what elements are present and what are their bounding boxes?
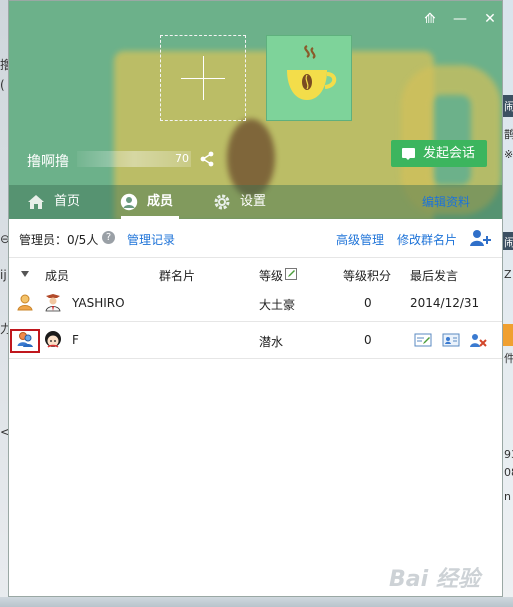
member-points: 0: [364, 333, 372, 347]
bg-text: 闹: [504, 236, 513, 249]
admin-count: 管理员：0/5人: [19, 233, 99, 247]
col-level-points[interactable]: 等级积分: [343, 267, 391, 284]
bg-text: 93: [504, 448, 513, 461]
col-last-speak[interactable]: 最后发言: [410, 267, 458, 284]
admin-log-link[interactable]: 管理记录: [127, 231, 175, 248]
avatar: [45, 294, 61, 312]
gear-icon: [214, 194, 230, 210]
close-button[interactable]: ✕: [482, 11, 498, 27]
upload-cover-button[interactable]: [160, 35, 246, 121]
watermark: Bai 经验: [389, 567, 480, 592]
admin-bar: 管理员：0/5人 ? 管理记录 高级管理 修改群名片: [9, 219, 502, 258]
start-chat-label: 发起会话: [423, 146, 476, 161]
group-name: 撸啊撸: [27, 154, 69, 170]
table-row[interactable]: F 潜水 0: [9, 322, 502, 359]
bg-text: 件: [504, 352, 513, 365]
group-info-window: ⟰ — ✕ 撸啊撸 70 发起会话 首页 成员 设置 编辑资料 管理员：0/5人…: [8, 0, 503, 597]
edit-card-icon[interactable]: [414, 332, 432, 348]
background-left-edge: 撸 ( ⊖ ij 力 <: [0, 0, 12, 607]
start-chat-button[interactable]: 发起会话: [391, 140, 487, 167]
bg-text: ※: [504, 148, 513, 161]
owner-icon: [17, 294, 33, 311]
set-admin-icon[interactable]: [17, 330, 33, 348]
member-name: YASHIRO: [72, 296, 125, 310]
plus-icon-vertical: [203, 56, 204, 100]
pencil-icon[interactable]: [285, 268, 297, 280]
bg-text: 鹊: [504, 128, 513, 141]
member-level: 潜水: [259, 335, 284, 349]
bg-text: 闹: [504, 100, 513, 113]
col-level[interactable]: 等级: [259, 267, 283, 284]
tab-settings-label: 设置: [240, 194, 267, 209]
chat-bubble-icon: [402, 148, 415, 160]
member-points: 0: [364, 296, 372, 310]
add-member-icon[interactable]: [469, 229, 491, 247]
avatar: [45, 331, 61, 348]
col-member[interactable]: 成员: [45, 267, 69, 284]
share-icon[interactable]: [200, 151, 214, 167]
member-last-speak: 2014/12/31: [410, 296, 480, 310]
member-name: F: [72, 333, 79, 347]
member-level: 大土豪: [259, 298, 296, 312]
col-group-card[interactable]: 群名片: [159, 267, 195, 284]
minimize-button[interactable]: —: [452, 11, 468, 27]
bg-text: (: [0, 78, 5, 92]
bg-block: [503, 324, 513, 346]
group-id-blurred: 70: [77, 151, 191, 167]
member-icon: [120, 193, 138, 211]
edit-profile-link[interactable]: 编辑资料: [422, 185, 470, 219]
advanced-manage-link[interactable]: 高级管理: [336, 231, 384, 248]
edit-group-card-link[interactable]: 修改群名片: [397, 231, 457, 248]
tab-home-label: 首页: [54, 194, 81, 209]
background-right-edge: 闹 鹊 ※ 闹 Z 件 93 08 n: [503, 0, 513, 607]
tab-members-label: 成员: [147, 194, 174, 209]
taskbar-strip: [0, 597, 513, 607]
bg-text: Z: [504, 268, 512, 281]
bg-text: n: [504, 490, 511, 503]
tab-bar: 首页 成员 设置 编辑资料: [9, 185, 502, 219]
help-icon[interactable]: ?: [102, 231, 115, 244]
profile-card-icon[interactable]: [442, 332, 460, 348]
table-row[interactable]: YASHIRO 大土豪 0 2014/12/31: [9, 285, 502, 322]
group-avatar[interactable]: [266, 35, 352, 121]
member-table-header: 成员 群名片 等级 等级积分 最后发言: [9, 259, 502, 287]
home-icon: [28, 195, 44, 209]
remove-member-icon[interactable]: [469, 332, 487, 348]
bg-text: 08: [504, 466, 513, 479]
sort-dropdown-icon[interactable]: [21, 271, 29, 277]
bg-text: ij: [0, 268, 7, 282]
coffee-cup-icon: [287, 45, 337, 100]
pin-icon[interactable]: ⟰: [422, 11, 438, 27]
